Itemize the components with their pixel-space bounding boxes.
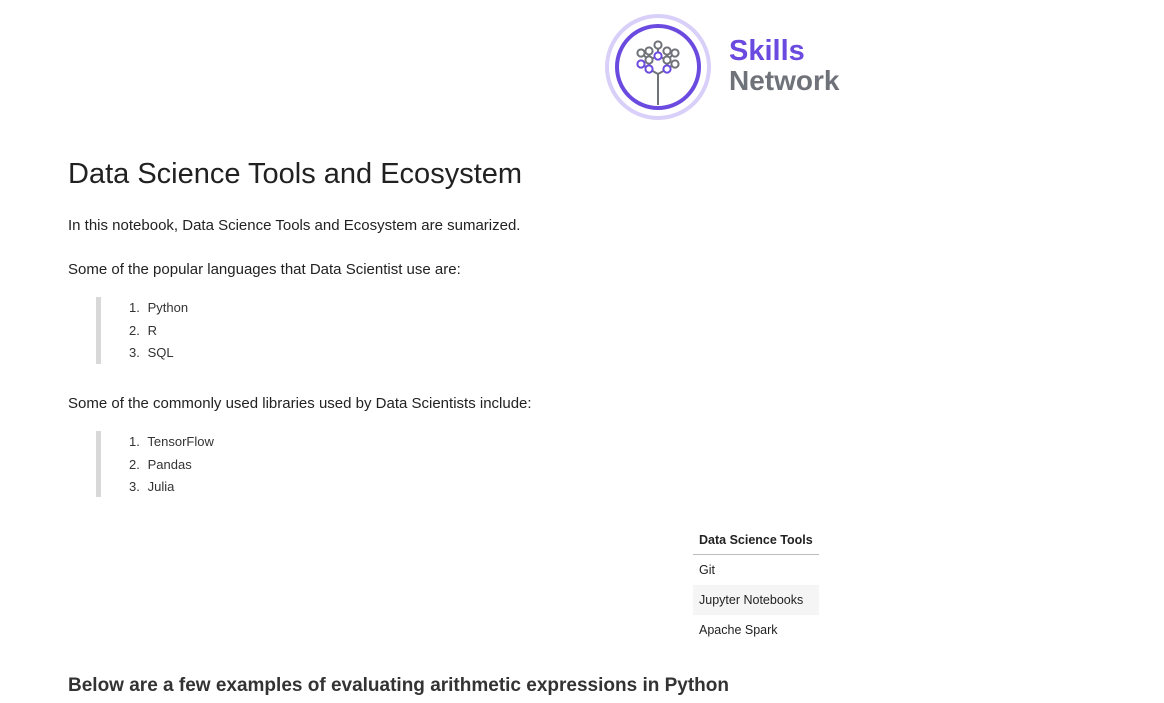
table-cell: Git — [699, 563, 715, 577]
list-item-number: 1. — [129, 300, 140, 315]
languages-blockquote: 1. Python 2. R 3. SQL — [96, 297, 429, 364]
table-row: Git — [693, 555, 819, 586]
list-item-number: 2. — [129, 456, 140, 472]
intro-paragraph: In this notebook, Data Science Tools and… — [68, 217, 521, 234]
list-item-label: Pandas — [147, 456, 192, 472]
list-item-label: TensorFlow — [147, 434, 214, 449]
list-item-label: Julia — [147, 479, 175, 494]
arithmetic-section-heading: Below are a few examples of evaluating a… — [68, 675, 729, 696]
table-cell: Apache Spark — [699, 623, 778, 637]
table-header-cell: Data Science Tools — [693, 525, 819, 555]
libraries-intro-paragraph: Some of the commonly used libraries used… — [68, 395, 532, 412]
libraries-list: 1. TensorFlow 2. Pandas 3. Julia — [129, 431, 429, 499]
list-item-label: SQL — [147, 345, 174, 360]
list-item: 3. Julia — [129, 476, 429, 499]
languages-intro-paragraph: Some of the popular languages that Data … — [68, 261, 461, 278]
list-item: 1. TensorFlow — [129, 431, 429, 454]
list-item: 3. SQL — [129, 342, 429, 365]
table-row: Jupyter Notebooks — [693, 585, 819, 615]
data-science-tools-table: Data Science Tools Git Jupyter Notebooks… — [693, 525, 819, 645]
list-item: 1. Python — [129, 297, 429, 320]
languages-list: 1. Python 2. R 3. SQL — [129, 297, 429, 365]
skills-network-logo: Skills Network — [604, 12, 854, 122]
list-item-number: 2. — [129, 322, 140, 338]
skills-network-logo-graphic: Skills Network — [605, 14, 840, 120]
list-item: 2. Pandas — [129, 454, 429, 477]
libraries-blockquote: 1. TensorFlow 2. Pandas 3. Julia — [96, 431, 429, 497]
table-cell: Jupyter Notebooks — [693, 585, 819, 615]
list-item-label: Python — [147, 300, 189, 315]
list-item-number: 3. — [129, 345, 140, 360]
table-header-row: Data Science Tools — [693, 525, 819, 555]
logo-network-text: Network — [729, 65, 840, 96]
table-row: Apache Spark — [693, 615, 819, 645]
list-item-label: R — [147, 322, 158, 338]
list-item-number: 3. — [129, 479, 140, 494]
page-title: Data Science Tools and Ecosystem — [68, 158, 523, 190]
list-item: 2. R — [129, 320, 429, 343]
logo-skills-text: Skills — [729, 35, 805, 67]
list-item-number: 1. — [129, 434, 140, 449]
